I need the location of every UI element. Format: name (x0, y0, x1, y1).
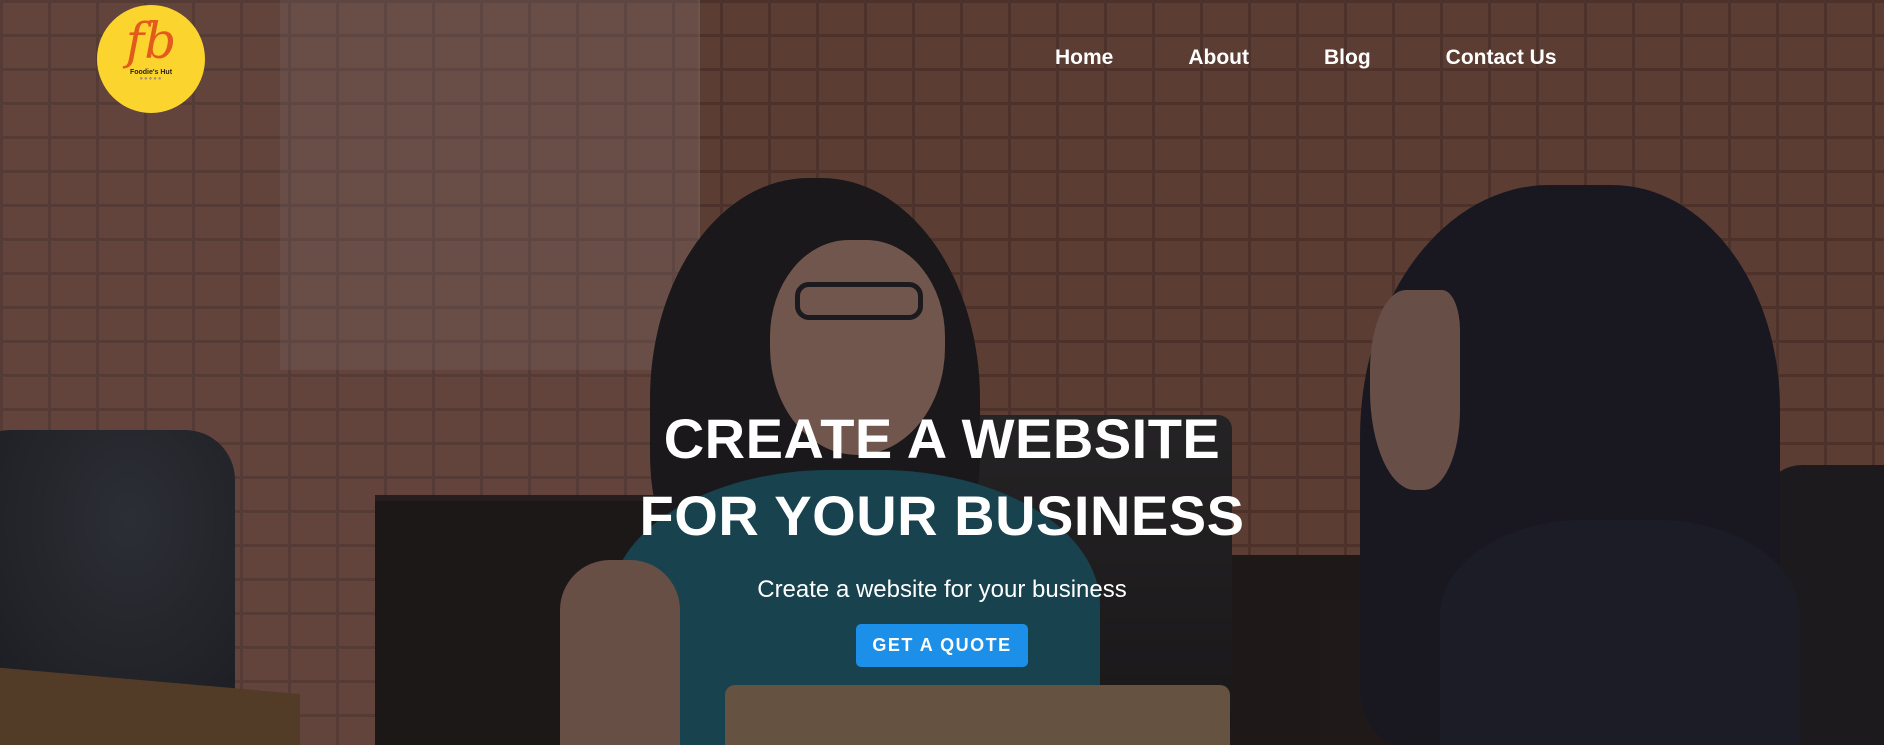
nav-item-about[interactable]: About (1188, 45, 1249, 71)
hero-subtitle: Create a website for your business (757, 576, 1127, 603)
logo-mark: fb (125, 12, 177, 70)
logo-dots: ●●●●● (139, 76, 163, 82)
site-logo[interactable]: fb Foodie's Hut ●●●●● (97, 5, 205, 113)
nav-item-home[interactable]: Home (1055, 45, 1113, 71)
hero-copy: CREATE A WEBSITE FOR YOUR BUSINESS Creat… (0, 400, 1884, 667)
hero-title-line-2: FOR YOUR BUSINESS (639, 484, 1245, 547)
main-nav: Home About Blog Contact Us (1055, 45, 1557, 71)
hero-title-line-1: CREATE A WEBSITE (663, 407, 1221, 470)
hero-section: fb Foodie's Hut ●●●●● Home About Blog Co… (0, 0, 1884, 745)
hero-title: CREATE A WEBSITE FOR YOUR BUSINESS (0, 400, 1884, 554)
nav-item-blog[interactable]: Blog (1324, 45, 1371, 71)
get-a-quote-button[interactable]: GET A QUOTE (856, 624, 1028, 667)
logo-text: Foodie's Hut (129, 69, 173, 76)
nav-item-contact-us[interactable]: Contact Us (1446, 45, 1557, 71)
